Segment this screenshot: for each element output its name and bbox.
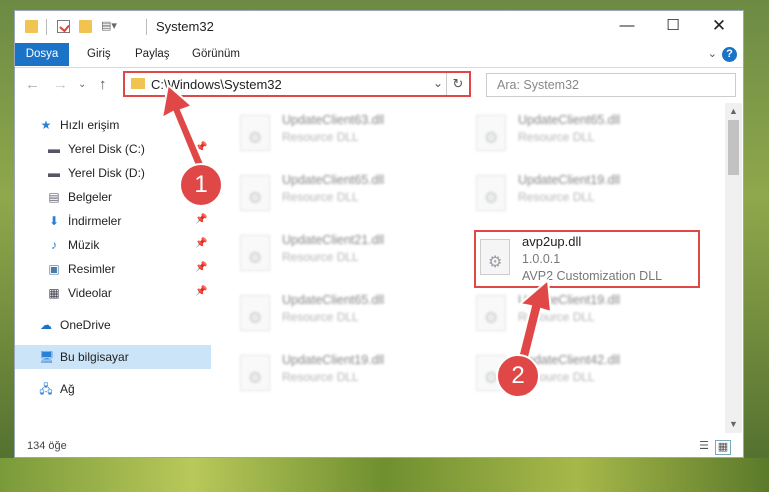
step-1-badge: 1 xyxy=(179,163,223,207)
arrow-1-icon xyxy=(160,83,206,170)
step-2-badge: 2 xyxy=(496,354,540,398)
callout-arrows xyxy=(160,83,553,367)
arrow-2-icon xyxy=(515,277,553,367)
